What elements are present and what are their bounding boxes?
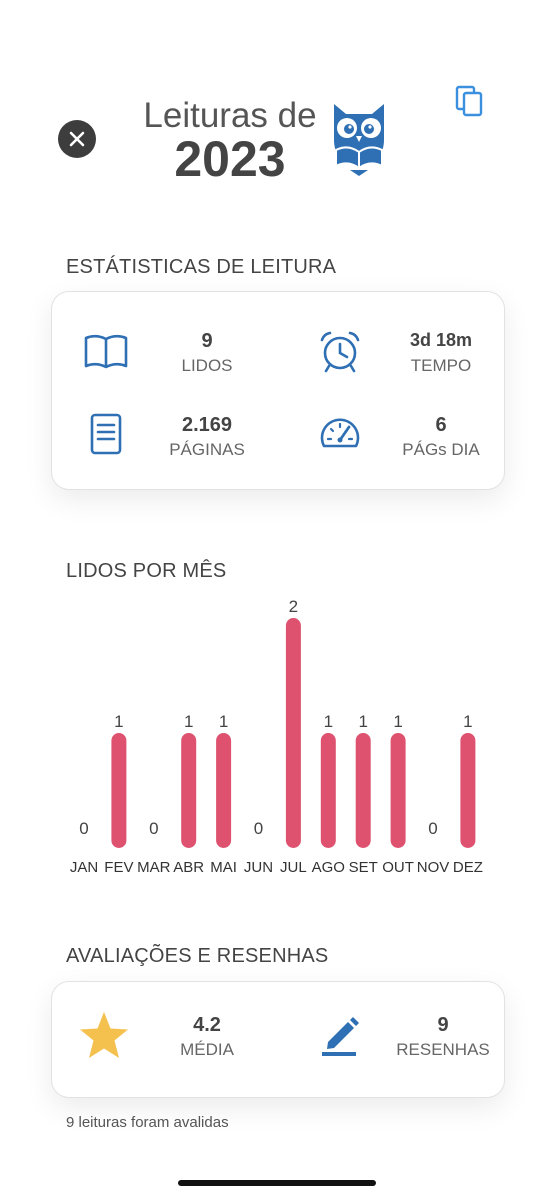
reading-stats-card: 9 LIDOS 3d 18m TEMPO 2.169 PÁGINAS 6 PÁG… <box>51 291 505 490</box>
reading-stats-heading: ESTÁTISTICAS DE LEITURA <box>66 256 337 278</box>
speedometer-icon <box>320 418 360 448</box>
tick-label-abr: ABR <box>173 859 204 876</box>
stat-reviews: 9 RESENHAS <box>318 1012 518 1072</box>
document-icon <box>90 413 122 455</box>
bar-jul <box>285 618 301 848</box>
bar-mai <box>216 733 232 848</box>
monthly-bar-chart: 0 JAN 1 FEV 0 MAR 1 ABR 1 MAI 0 JUN 2 JUL 1 AGO 1 SET 1 OUT… <box>70 597 483 876</box>
value-label-set: 1 <box>358 712 367 731</box>
tick-label-out: OUT <box>382 859 414 876</box>
page-title: Leituras de 2023 <box>140 96 320 184</box>
ratings-footnote: 9 leituras foram avalidas <box>66 1114 229 1131</box>
bar-set <box>355 733 371 848</box>
tick-label-jun: JUN <box>244 859 273 876</box>
value-label-nov: 0 <box>428 819 437 838</box>
stat-pages: 2.169 PÁGINAS <box>82 412 282 472</box>
open-book-icon <box>84 334 128 369</box>
value-label-mai: 1 <box>219 712 228 731</box>
reviews-label: RESENHAS <box>396 1040 490 1059</box>
owl-logo-icon <box>334 104 384 176</box>
tick-label-fev: FEV <box>104 859 133 876</box>
alarm-clock-icon <box>320 331 360 373</box>
home-indicator[interactable] <box>178 1180 376 1186</box>
stat-value: 6 <box>435 414 447 436</box>
value-label-abr: 1 <box>184 712 193 731</box>
tick-label-jul: JUL <box>280 859 307 876</box>
tick-label-set: SET <box>349 859 378 876</box>
tick-label-dez: DEZ <box>453 859 483 876</box>
stat-time: 3d 18m TEMPO <box>316 328 516 388</box>
monthly-heading: LIDOS POR MÊS <box>66 560 227 582</box>
bar-abr <box>181 733 197 848</box>
value-label-jun: 0 <box>254 819 263 838</box>
ratings-heading: AVALIAÇÕES E RESENHAS <box>66 945 329 967</box>
stat-value: 2.169 <box>181 414 233 436</box>
bar-dez <box>460 733 476 848</box>
average-value: 4.2 <box>193 1014 221 1036</box>
value-label-dez: 1 <box>463 712 472 731</box>
title-year: 2023 <box>174 131 286 187</box>
reviews-value: 9 <box>437 1014 449 1036</box>
close-icon <box>69 131 85 147</box>
tick-label-mar: MAR <box>137 859 171 876</box>
bar-fev <box>111 733 127 848</box>
stat-average: 4.2 MÉDIA <box>78 1012 278 1072</box>
pencil-icon <box>322 1017 359 1056</box>
copy-icon[interactable] <box>454 84 486 118</box>
star-icon <box>80 1012 128 1058</box>
stat-label: PÁGs DIA <box>402 440 480 459</box>
tick-label-mai: MAI <box>210 859 237 876</box>
tick-label-nov: NOV <box>417 859 450 876</box>
tick-label-jan: JAN <box>70 859 98 876</box>
value-label-jan: 0 <box>79 819 88 838</box>
value-label-out: 1 <box>393 712 402 731</box>
bar-out <box>390 733 406 848</box>
stat-pages-per-day: 6 PÁGs DIA <box>316 412 516 472</box>
tick-label-ago: AGO <box>312 859 345 876</box>
bar-ago <box>320 733 336 848</box>
value-label-mar: 0 <box>149 819 158 838</box>
value-label-jul: 2 <box>289 597 298 616</box>
stat-value: 9 <box>201 330 213 352</box>
ratings-card: 4.2 MÉDIA 9 RESENHAS <box>51 981 505 1098</box>
stat-label: PÁGINAS <box>169 440 245 459</box>
stat-read: 9 LIDOS <box>82 328 282 388</box>
stat-label: LIDOS <box>181 356 233 375</box>
value-label-fev: 1 <box>114 712 123 731</box>
title-text: Leituras de <box>143 96 317 135</box>
close-button[interactable] <box>58 120 96 158</box>
stat-value: 3d 18m <box>409 330 473 350</box>
stat-label: TEMPO <box>410 356 472 375</box>
value-label-ago: 1 <box>324 712 333 731</box>
average-label: MÉDIA <box>180 1040 234 1059</box>
